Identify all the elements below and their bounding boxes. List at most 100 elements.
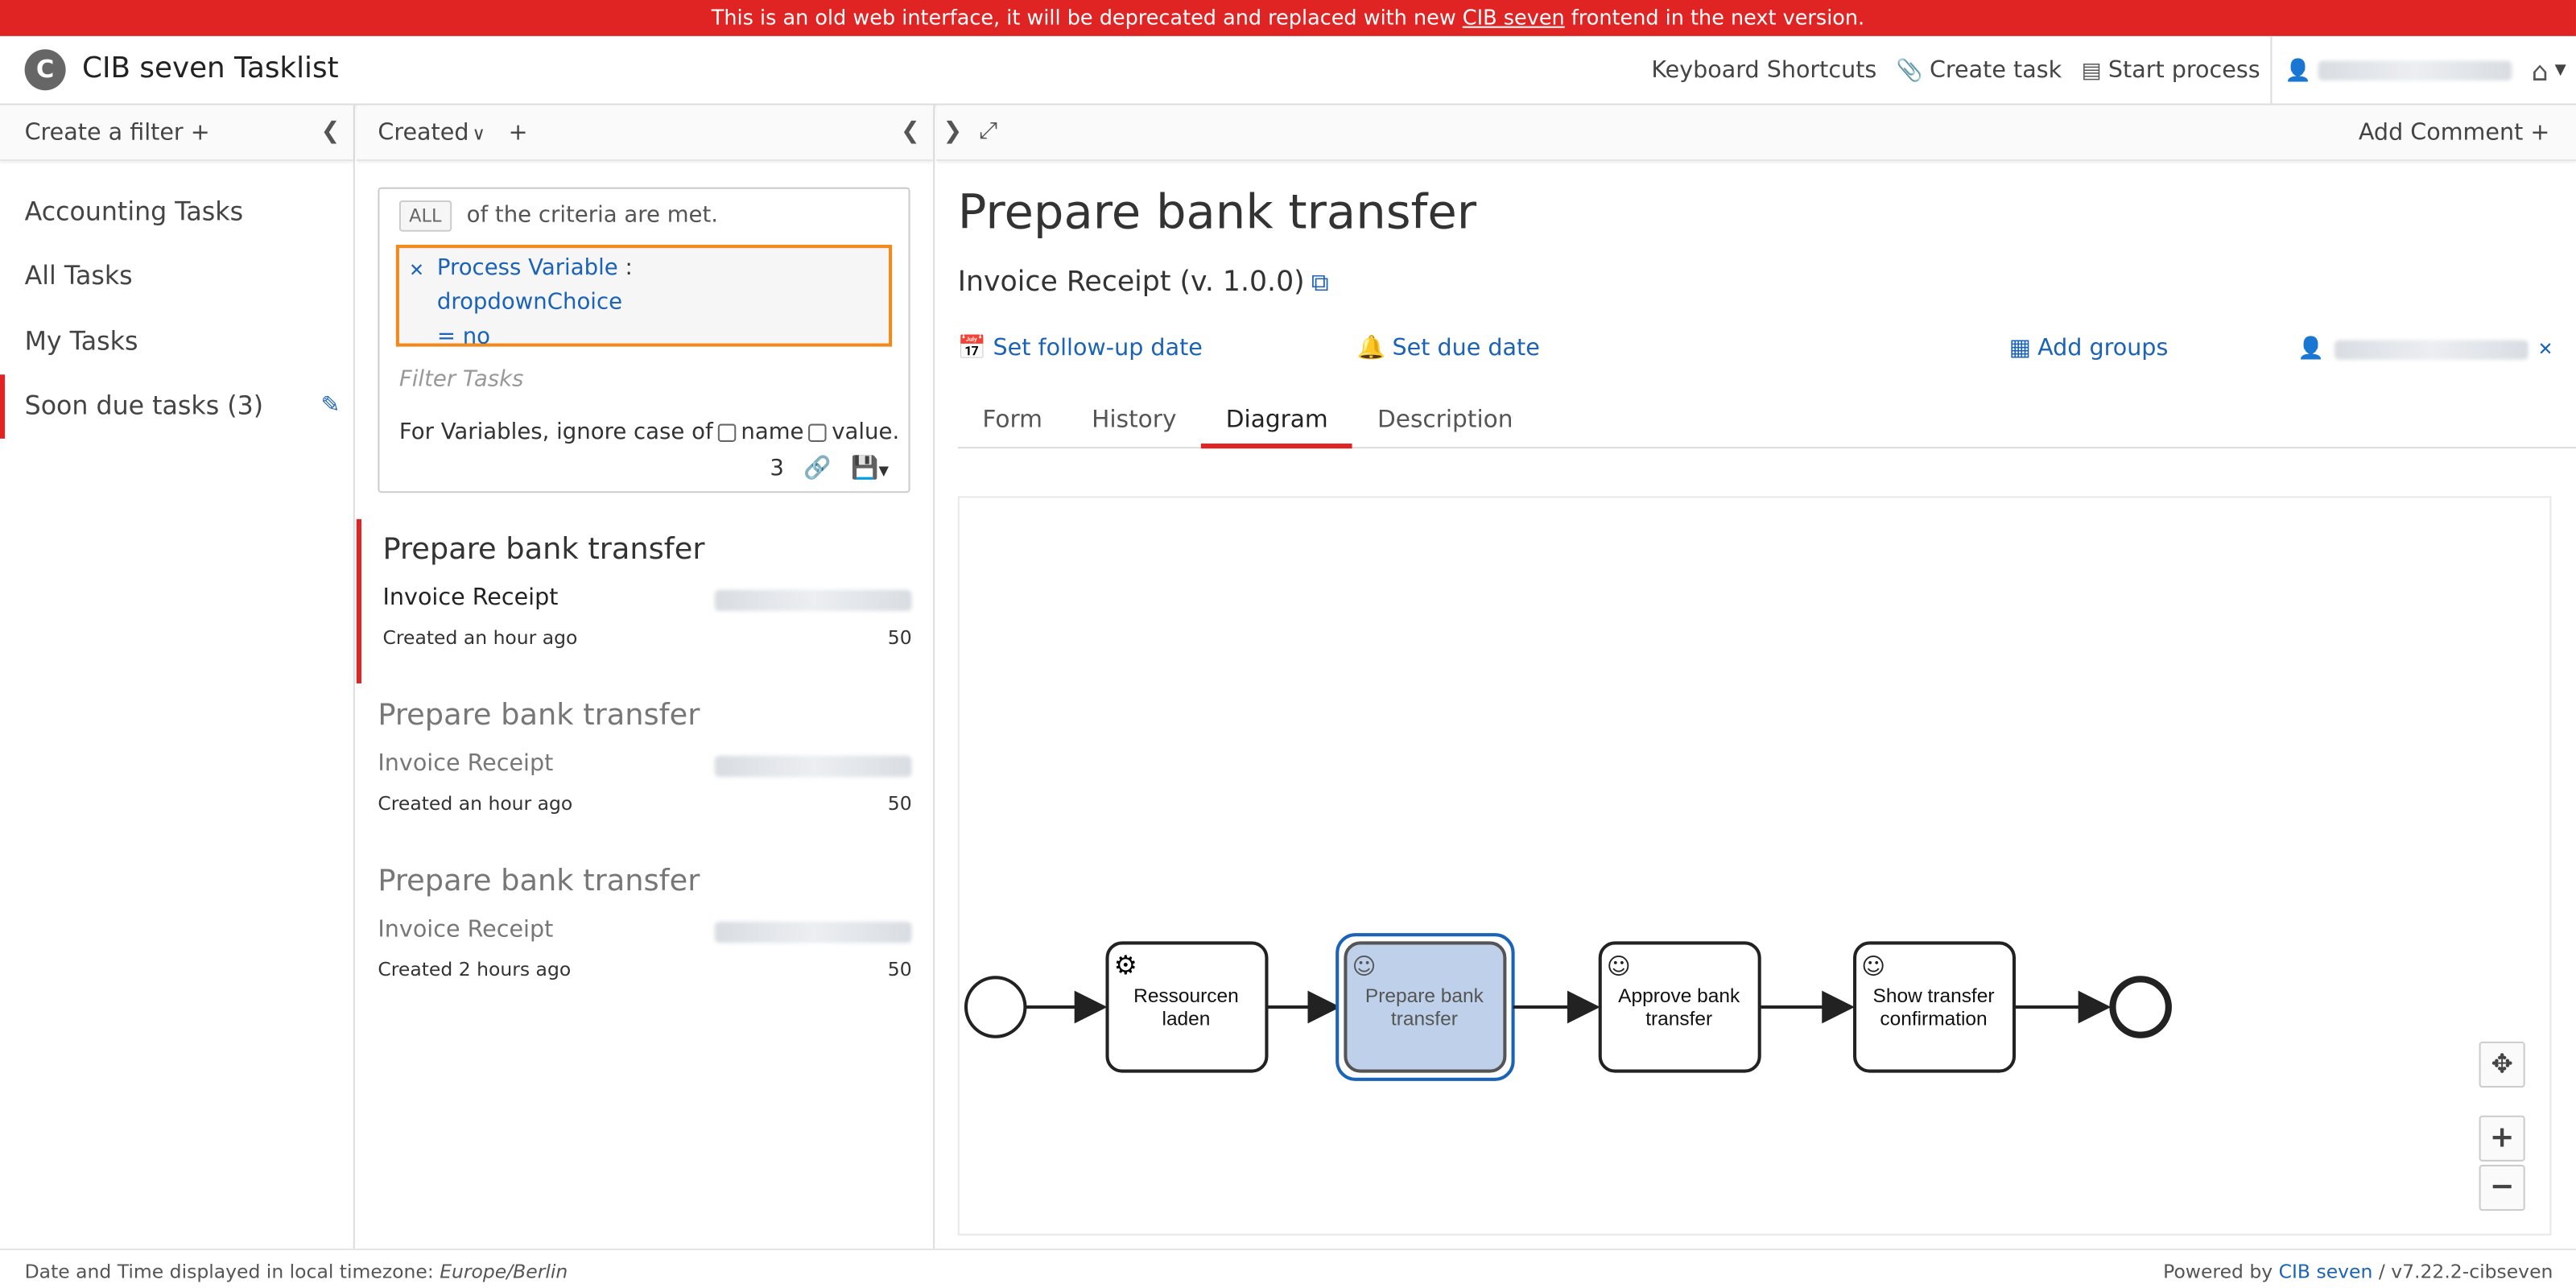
keyboard-shortcuts-link[interactable]: Keyboard Shortcuts — [1641, 36, 1886, 105]
add-comment-label: Add Comment — [2358, 119, 2524, 147]
filters-panel: Create a filter + ❮ Accounting Tasks All… — [0, 105, 355, 1249]
user-task-icon: ☺ — [1352, 952, 1377, 980]
ignore-name-label: name — [741, 419, 804, 446]
criteria-text: of the criteria are met. — [466, 202, 719, 229]
filter-item-soon-due[interactable]: Soon due tasks (3) ✎ — [0, 374, 353, 439]
tab-history[interactable]: History — [1067, 398, 1202, 448]
set-due-date-button[interactable]: 🔔 Set due date — [1357, 335, 1540, 361]
search-criterion-pill[interactable]: ✕ Process Variable : dropdownChoice = no — [395, 245, 893, 350]
home-menu[interactable]: ⌂ ▼ — [2521, 36, 2576, 105]
caret-down-icon: ▼ — [878, 463, 890, 478]
node-label: laden — [1162, 1008, 1211, 1030]
external-link-icon[interactable]: ⧉ — [1311, 268, 1329, 298]
bpmn-task-ressourcen[interactable]: ⚙ Ressourcen laden — [1105, 941, 1269, 1073]
task-priority: 50 — [887, 625, 912, 650]
add-groups-button[interactable]: ▦ Add groups — [2009, 335, 2168, 361]
process-name: Invoice Receipt (v. 1.0.0) — [957, 266, 1305, 299]
node-label: Approve bank — [1618, 985, 1740, 1007]
ignore-case-options: For Variables, ignore case of name value… — [399, 419, 899, 445]
user-menu[interactable]: 👤 — [2269, 35, 2522, 105]
task-process: Invoice Receipt — [378, 750, 554, 778]
task-name[interactable]: Prepare bank transfer — [378, 864, 700, 898]
gear-icon: ⚙ — [1114, 950, 1137, 980]
task-name[interactable]: Prepare bank transfer — [383, 532, 705, 567]
app-title[interactable]: CIB seven Tasklist — [82, 52, 339, 85]
remove-criterion-icon[interactable]: ✕ — [409, 253, 424, 287]
bpmn-task-approve[interactable]: ☺ Approve bank transfer — [1598, 941, 1761, 1073]
fullscreen-icon[interactable]: ⤢ — [979, 118, 997, 145]
filter-tasks-input[interactable]: Filter Tasks — [399, 366, 523, 393]
add-groups-label: Add groups — [2037, 335, 2169, 361]
match-all-toggle[interactable]: ALL — [398, 200, 452, 232]
timezone-value: Europe/Berlin — [440, 1260, 568, 1283]
zoom-in-icon[interactable]: + — [2479, 1115, 2525, 1162]
task-created: Created an hour ago — [378, 791, 573, 815]
follow-up-label: Set follow-up date — [993, 335, 1203, 361]
tab-diagram[interactable]: Diagram — [1201, 398, 1353, 449]
chevron-right-icon[interactable]: ❯ — [943, 118, 962, 145]
filter-item-all[interactable]: All Tasks — [0, 244, 353, 309]
add-comment-button[interactable]: Add Comment + — [2359, 120, 2549, 147]
remove-assignee-icon[interactable]: ✕ — [2538, 338, 2553, 360]
list-icon: ▤ — [2081, 58, 2102, 84]
bpmn-diagram[interactable]: ⚙ Ressourcen laden ☺ Prepare bank transf… — [957, 496, 2552, 1236]
tab-form[interactable]: Form — [958, 398, 1067, 448]
cib-logo-icon[interactable]: C — [24, 49, 66, 91]
bpmn-canvas: ⚙ Ressourcen laden ☺ Prepare bank transf… — [964, 933, 2172, 1081]
start-process-button[interactable]: ▤ Start process — [2071, 36, 2269, 105]
banner-text: This is an old web interface, it will be… — [711, 5, 1463, 30]
filter-item-accounting[interactable]: Accounting Tasks — [0, 179, 353, 244]
task-created: Created 2 hours ago — [378, 957, 572, 981]
keyboard-shortcuts-label: Keyboard Shortcuts — [1651, 57, 1877, 85]
criterion-type[interactable]: Process Variable — [437, 254, 618, 281]
collapse-left-icon[interactable]: ❮ — [320, 118, 340, 145]
collapse-list-icon[interactable]: ❮ — [901, 118, 920, 145]
pencil-icon[interactable]: ✎ — [320, 392, 340, 419]
powered-link[interactable]: CIB seven — [2279, 1260, 2373, 1283]
criterion-name[interactable]: dropdownChoice — [437, 286, 889, 320]
end-event[interactable] — [2109, 976, 2172, 1038]
assignee-name-blurred — [2334, 339, 2529, 359]
tab-description[interactable]: Description — [1352, 398, 1538, 448]
banner-link[interactable]: CIB seven — [1463, 5, 1565, 30]
criterion-operator[interactable]: = — [437, 324, 456, 350]
start-event[interactable] — [964, 976, 1027, 1038]
task-card[interactable]: Prepare bank transfer Invoice Receipt Cr… — [357, 851, 935, 1015]
task-card[interactable]: Prepare bank transfer Invoice Receipt Cr… — [356, 518, 935, 683]
ignore-name-checkbox[interactable] — [717, 423, 737, 441]
create-filter-button[interactable]: Create a filter + — [25, 119, 210, 146]
banner-text-end: frontend in the next version. — [1564, 5, 1865, 30]
assignee-area[interactable]: 👤 ✕ — [2297, 336, 2553, 361]
zoom-out-icon[interactable]: − — [2479, 1164, 2525, 1212]
home-icon: ⌂ — [2531, 55, 2549, 87]
detail-header: ❯ ⤢ Add Comment + — [936, 105, 2576, 161]
user-icon: 👤 — [2285, 58, 2312, 84]
task-card[interactable]: Prepare bank transfer Invoice Receipt Cr… — [357, 685, 935, 849]
task-created: Created an hour ago — [382, 625, 578, 650]
save-dropdown[interactable]: 💾▼ — [851, 455, 889, 481]
save-icon: 💾 — [851, 455, 879, 481]
filter-label: Soon due tasks (3) — [24, 391, 264, 421]
bpmn-task-show-confirmation[interactable]: ☺ Show transfer confirmation — [1853, 941, 2017, 1073]
plus-icon: + — [190, 118, 210, 146]
sort-dropdown[interactable]: Created ∨ — [378, 119, 485, 146]
due-date-label: Set due date — [1392, 335, 1540, 361]
link-icon[interactable]: 🔗 — [803, 455, 831, 481]
reset-zoom-icon[interactable]: ✥ — [2479, 1041, 2525, 1088]
filter-item-my[interactable]: My Tasks — [0, 309, 353, 374]
create-filter-label: Create a filter — [24, 118, 184, 146]
create-task-button[interactable]: 📎 Create task — [1887, 36, 2072, 105]
set-follow-up-button[interactable]: 📅 Set follow-up date — [958, 335, 1203, 361]
bpmn-task-prepare[interactable]: ☺ Prepare bank transfer — [1335, 933, 1515, 1081]
add-sort-icon[interactable]: + — [509, 119, 528, 146]
criterion-value[interactable]: no — [463, 324, 490, 350]
bell-icon: 🔔 — [1356, 335, 1386, 361]
task-title: Prepare bank transfer — [957, 184, 1477, 240]
plus-icon: + — [2530, 119, 2550, 147]
node-label: confirmation — [1880, 1008, 1987, 1030]
tasklist-panel: Created ∨ + ❮ ALL of the criteria are met… — [356, 105, 935, 1249]
grid-icon: ▦ — [2008, 335, 2031, 361]
ignore-value-checkbox[interactable] — [808, 423, 828, 441]
task-name[interactable]: Prepare bank transfer — [378, 698, 700, 733]
version-text: / v7.22.2-cibseven — [2372, 1260, 2553, 1283]
